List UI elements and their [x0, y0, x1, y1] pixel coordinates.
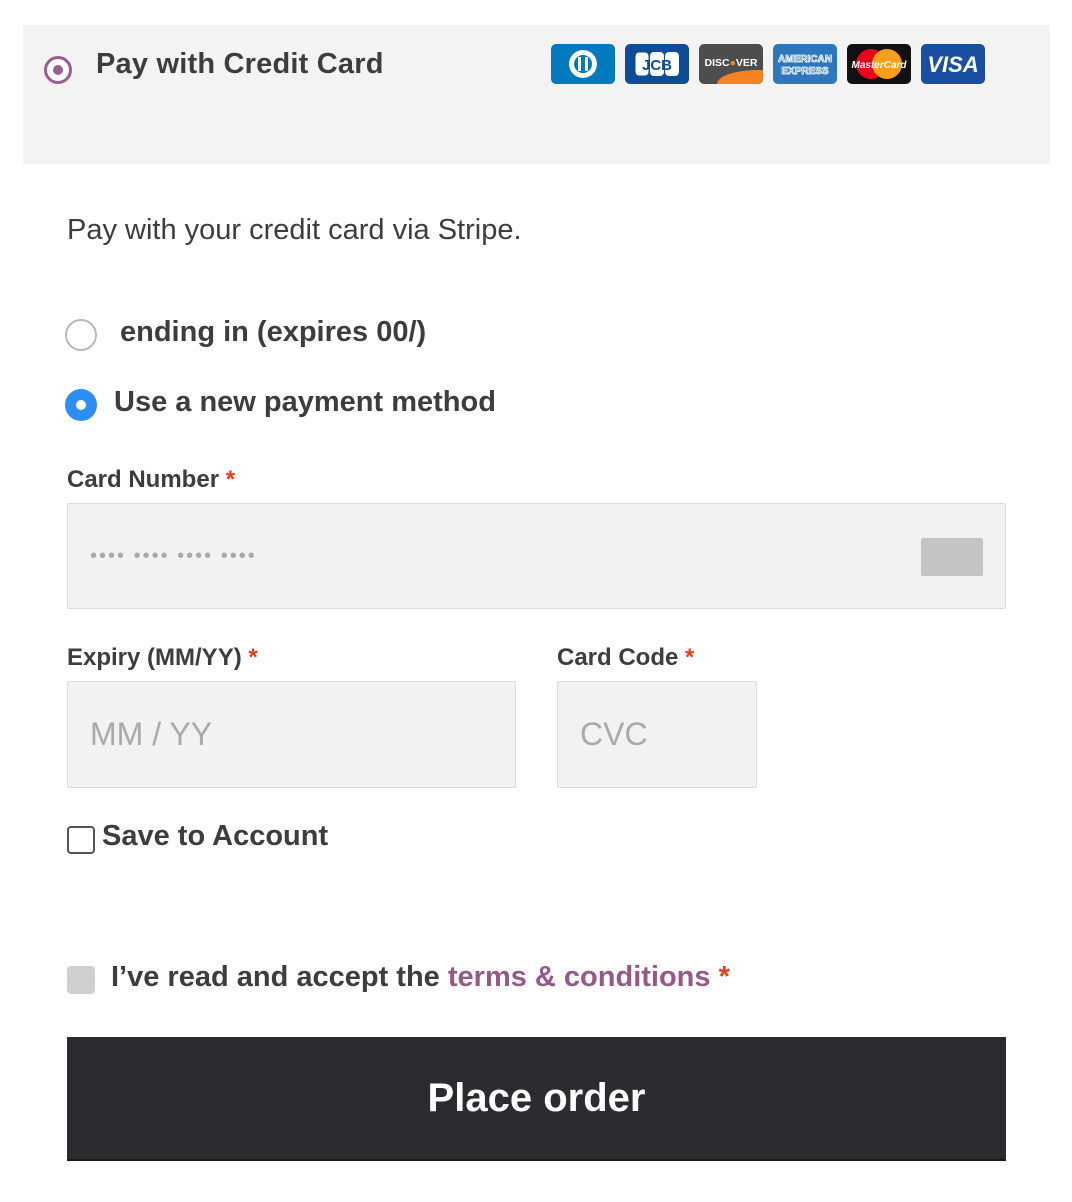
- expiry-label: Expiry (MM/YY) *: [67, 644, 258, 672]
- card-number-label: Card Number *: [67, 466, 235, 494]
- required-marker: *: [685, 644, 695, 671]
- svg-text:JCB: JCB: [642, 57, 672, 74]
- expiry-placeholder: MM / YY: [90, 716, 213, 752]
- card-brand-icon: [921, 538, 983, 576]
- svg-text:AMERICAN: AMERICAN: [778, 54, 832, 65]
- save-to-account-label[interactable]: Save to Account: [102, 820, 328, 853]
- required-marker: *: [248, 644, 258, 671]
- mastercard-icon: MasterCard: [847, 44, 911, 84]
- svg-text:EXPRESS: EXPRESS: [781, 66, 829, 77]
- amex-icon: AMERICAN EXPRESS: [773, 44, 837, 84]
- terms-prefix: I’ve read and accept the: [111, 961, 440, 993]
- card-code-placeholder: CVC: [580, 716, 648, 752]
- required-marker: *: [718, 961, 730, 993]
- card-number-input[interactable]: •••• •••• •••• ••••: [67, 503, 1006, 609]
- visa-icon: VISA: [921, 44, 985, 84]
- svg-text:DISC●VER: DISC●VER: [704, 57, 757, 69]
- new-method-radio[interactable]: [65, 389, 97, 421]
- payment-method-title[interactable]: Pay with Credit Card: [96, 48, 384, 81]
- terms-label: I’ve read and accept the terms & conditi…: [111, 961, 730, 994]
- card-code-label-text: Card Code: [557, 644, 679, 671]
- svg-text:VISA: VISA: [927, 52, 978, 77]
- payment-description: Pay with your credit card via Stripe.: [67, 214, 522, 246]
- payment-method-radio[interactable]: [44, 56, 72, 84]
- discover-icon: DISC●VER: [699, 44, 763, 84]
- card-code-input[interactable]: CVC: [557, 681, 757, 788]
- card-number-placeholder: •••• •••• •••• ••••: [90, 544, 257, 567]
- card-code-label: Card Code *: [557, 644, 694, 672]
- svg-text:MasterCard: MasterCard: [851, 60, 907, 71]
- card-number-label-text: Card Number: [67, 466, 220, 493]
- terms-checkbox[interactable]: [67, 966, 95, 994]
- saved-method-label[interactable]: ending in (expires 00/): [120, 316, 426, 349]
- required-marker: *: [225, 466, 236, 493]
- save-to-account-checkbox[interactable]: [67, 826, 95, 854]
- diners-club-icon: [551, 44, 615, 84]
- place-order-button[interactable]: Place order: [67, 1037, 1006, 1161]
- jcb-icon: JCB: [625, 44, 689, 84]
- expiry-label-text: Expiry (MM/YY): [67, 644, 242, 671]
- expiry-input[interactable]: MM / YY: [67, 681, 516, 788]
- saved-method-radio[interactable]: [65, 319, 97, 351]
- card-brands: JCB DISC●VER AMERICAN EXPRESS MasterCard…: [551, 44, 985, 84]
- terms-link[interactable]: terms & conditions: [448, 961, 711, 993]
- new-method-label[interactable]: Use a new payment method: [114, 386, 496, 419]
